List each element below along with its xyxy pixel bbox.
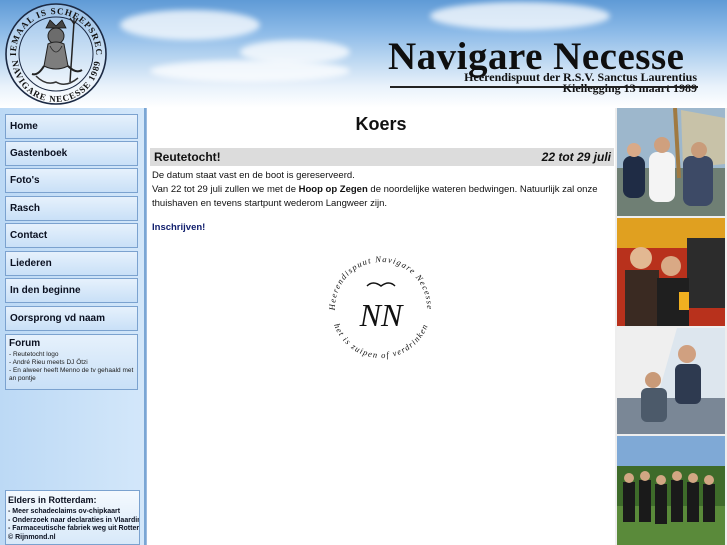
news-title: Reutetocht! [154,150,221,164]
nav-item-liederen[interactable]: Liederen [5,251,138,276]
emblem-initials: NN [359,297,404,333]
page-title: Koers [355,114,407,134]
gull-icon [366,282,396,287]
photo-column [615,108,727,545]
forum-panel: Forum - Reutetocht logo - André Rieu mee… [5,334,138,390]
news-date: 22 tot 29 juli [541,150,611,164]
nav-item-gastenboek[interactable]: Gastenboek [5,141,138,166]
photo-group[interactable] [617,436,725,545]
news-text: de noordelijke wateren bedwingen. Natuur… [367,184,598,195]
photo-sailing-crew[interactable] [617,108,725,216]
nav-item-fotos[interactable]: Foto's [5,168,138,193]
header-divider [390,86,698,88]
forum-link[interactable]: - Reutetocht logo [9,351,134,359]
nav-item-contact[interactable]: Contact [5,223,138,248]
photo-party[interactable] [617,218,725,326]
news-feed-link[interactable]: - Farmaceutische fabriek weg uit Rotterd… [8,525,139,534]
news-text: Van 22 tot 29 juli zullen we met de [152,184,299,195]
site-subtitle: Heerendispuut der R.S.V. Sanctus Laurent… [464,71,697,95]
forum-link[interactable]: - André Rieu meets DJ Ötzi [9,359,134,367]
news-feed-panel: Elders in Rotterdam: - Meer schadeclaims… [5,490,140,545]
nav-item-in-den-beginne[interactable]: In den beginne [5,278,138,303]
main-content: Koers Reutetocht! 22 tot 29 juli De datu… [146,108,615,545]
news-line-1: De datum staat vast en de boot is gerese… [152,170,355,181]
signup-link[interactable]: Inschrijven! [152,222,205,233]
news-line-3: thuishaven en tevens startpunt wederom L… [152,198,387,209]
news-line-2: Van 22 tot 29 juli zullen we met de Hoop… [152,183,610,197]
cloud-decoration [430,2,610,30]
nav-item-home[interactable]: Home [5,114,138,139]
news-body: De datum staat vast en de boot is gerese… [152,169,610,211]
photo-on-deck[interactable] [617,328,725,434]
news-feed-title: Elders in Rotterdam: [8,495,97,505]
nav-item-oorsprong[interactable]: Oorsprong vd naam [5,306,138,331]
nav-item-rasch[interactable]: Rasch [5,196,138,221]
sidebar-nav: Home Gastenboek Foto's Rasch Contact Lie… [0,108,146,545]
neptune-seal-logo[interactable]: DRIEMAAL IS SCHEEPSRECHT NAVIGARE NECESS… [0,0,110,106]
news-feed-link[interactable]: - Onderzoek naar declaraties in Vlaardin… [8,517,139,526]
forum-link[interactable]: - En alweer heeft Menno de tv gehaald me… [9,367,134,383]
subtitle-line-2: Kiellegging 13 maart 1989 [562,81,697,95]
boat-name: Hoop op Zegen [298,184,368,195]
news-header-bar: Reutetocht! 22 tot 29 juli [150,148,614,166]
cloud-decoration [120,10,260,40]
news-feed-credit[interactable]: © Rijnmond.nl [8,534,137,543]
site-header: DRIEMAAL IS SCHEEPSRECHT NAVIGARE NECESS… [0,0,727,108]
club-emblem: Heerendispuut Navigare Necesse het is zu… [319,246,443,370]
forum-title[interactable]: Forum [9,338,134,349]
cloud-decoration [150,60,350,82]
news-feed-link[interactable]: - Meer schadeclaims ov-chipkaart [8,508,137,517]
